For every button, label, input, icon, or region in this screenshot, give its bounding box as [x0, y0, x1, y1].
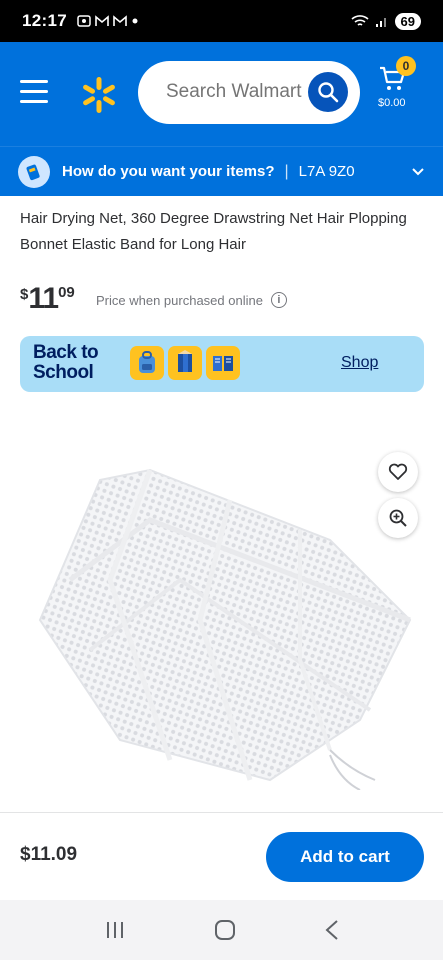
shop-link[interactable]: Shop — [341, 354, 378, 372]
system-icons: 69 — [350, 12, 421, 30]
banner-icons — [130, 346, 240, 380]
recent-apps-icon[interactable] — [104, 920, 126, 940]
screenshot-icon — [77, 15, 91, 27]
cart-count-badge: 0 — [396, 56, 416, 76]
delivery-icon — [18, 155, 50, 188]
battery-level: 69 — [394, 12, 421, 30]
gmail-icon — [95, 15, 109, 26]
status-bar: 12:17 69 — [0, 0, 443, 42]
signal-icon — [375, 18, 386, 27]
status-time: 12:17 — [22, 11, 67, 30]
price-whole: 11 — [28, 282, 59, 315]
delivery-separator: | — [284, 162, 289, 180]
postal-code: L7A 9Z0 — [298, 163, 355, 180]
walmart-spark-logo[interactable] — [80, 76, 118, 114]
pencil-icon — [168, 346, 202, 380]
favorite-button[interactable] — [378, 452, 418, 492]
price-note: Price when purchased online i — [96, 292, 287, 308]
delivery-selector[interactable]: How do you want your items? | L7A 9Z0 — [0, 146, 443, 196]
zoom-button[interactable] — [378, 498, 418, 538]
system-nav-bar — [0, 900, 443, 960]
footer-price: $11.09 — [20, 844, 78, 865]
menu-icon[interactable] — [20, 80, 48, 104]
info-icon[interactable]: i — [270, 292, 287, 308]
banner-title-line1: Back to — [33, 342, 99, 363]
wifi-icon — [350, 15, 369, 26]
search-button[interactable] — [308, 72, 348, 112]
heart-icon — [388, 463, 408, 480]
backpack-icon — [130, 346, 164, 380]
product-image-gallery[interactable] — [0, 400, 443, 810]
zoom-in-icon — [389, 509, 407, 527]
app-header: 0 $0.00 — [0, 42, 443, 146]
add-to-cart-button[interactable]: Add to cart — [266, 832, 424, 882]
product-title: Hair Drying Net, 360 Degree Drawstring N… — [20, 210, 407, 253]
search-input[interactable] — [166, 81, 316, 103]
banner-title: Back to School — [33, 342, 99, 383]
home-icon[interactable] — [213, 918, 237, 942]
delivery-question: How do you want your items? — [62, 163, 275, 180]
dot-icon — [132, 18, 138, 24]
product-price: $ 11 09 — [20, 282, 75, 316]
price-note-text: Price when purchased online — [96, 292, 263, 308]
back-to-school-banner[interactable]: Back to School Shop — [20, 336, 424, 392]
price-cents: 09 — [58, 284, 75, 301]
search-bar[interactable] — [138, 61, 360, 124]
cart-button[interactable]: 0 $0.00 — [376, 56, 426, 130]
chevron-down-icon — [412, 167, 424, 175]
notification-icons — [77, 14, 139, 28]
back-icon[interactable] — [324, 919, 340, 941]
book-icon — [206, 346, 240, 380]
price-currency: $ — [20, 286, 29, 303]
search-icon — [318, 82, 339, 103]
gmail-icon-2 — [113, 15, 127, 26]
cart-total: $0.00 — [378, 97, 406, 109]
banner-title-line2: School — [33, 362, 94, 383]
footer-divider — [0, 812, 443, 813]
product-image[interactable] — [30, 460, 420, 790]
